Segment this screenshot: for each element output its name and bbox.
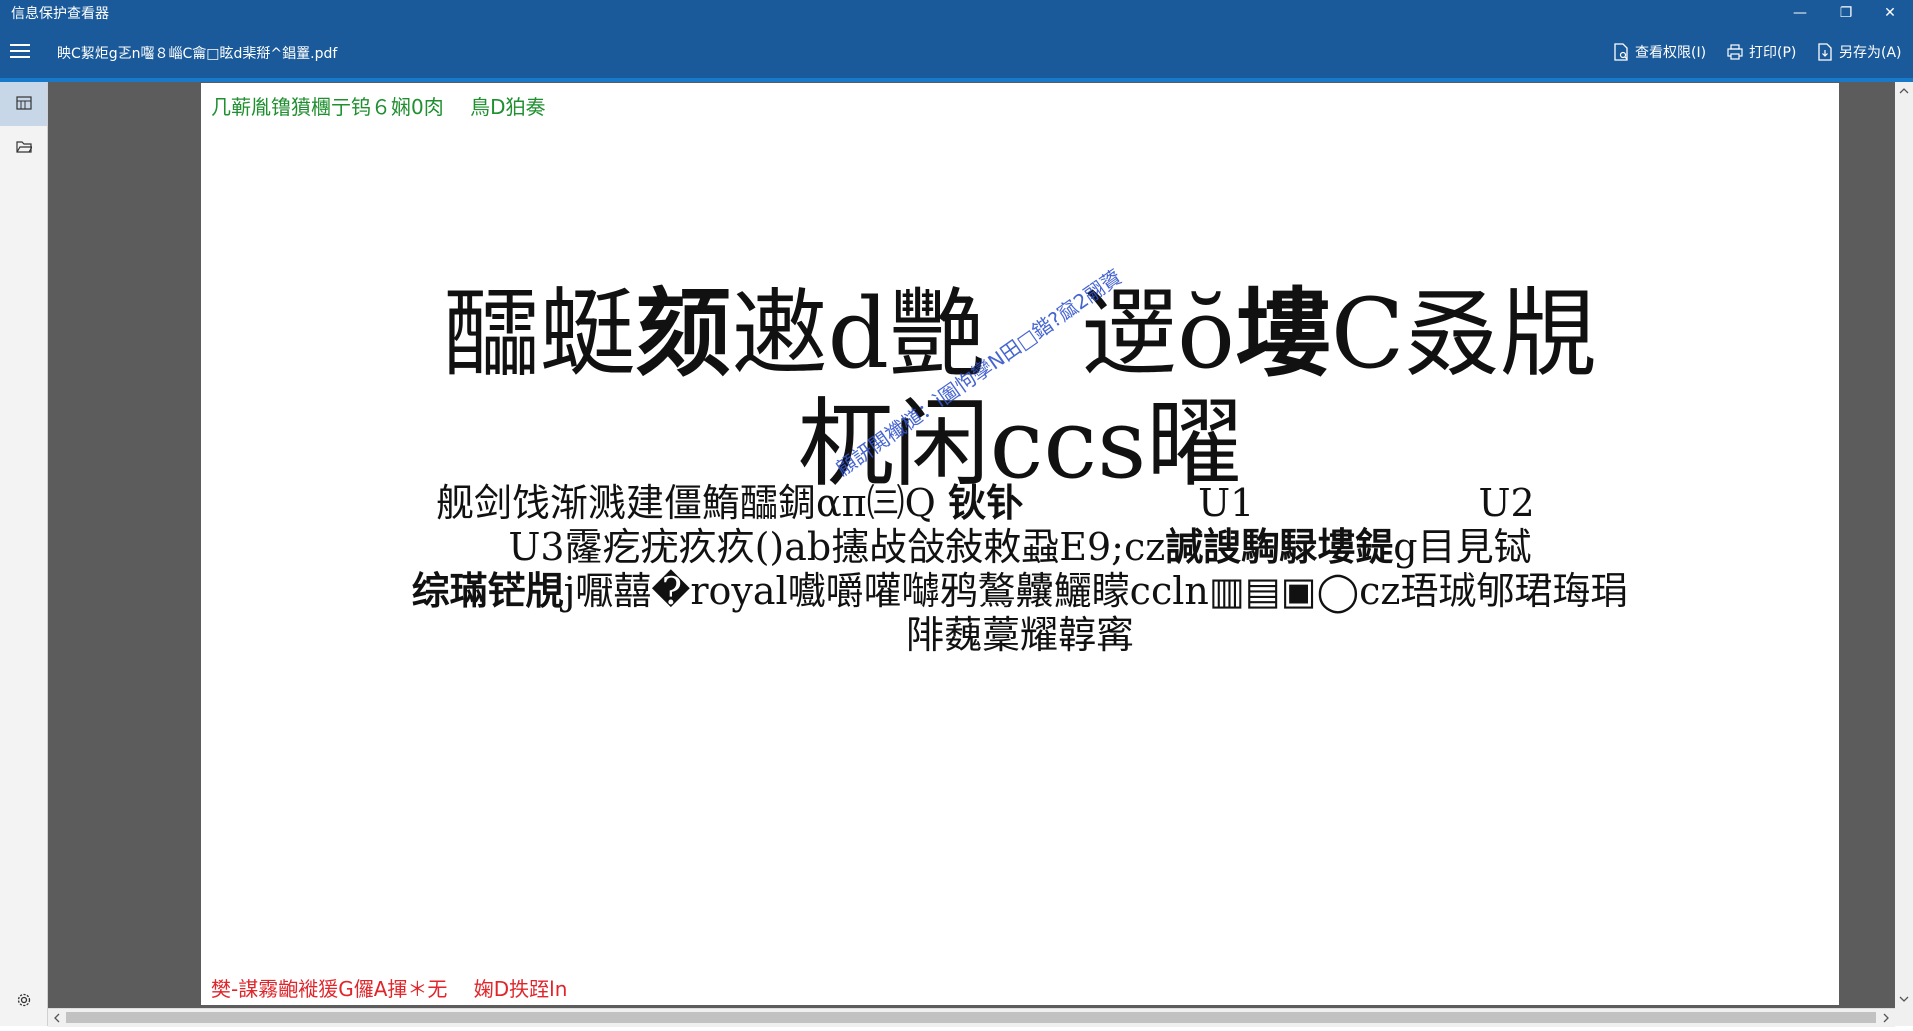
body-line-1: 舰剑饯渐溅建僵鰖醽錭απ㈢Q 钬钋 U1 U2	[201, 481, 1839, 525]
settings-button[interactable]	[0, 980, 47, 1024]
scroll-right-icon[interactable]	[1877, 1009, 1895, 1027]
pdf-page: 几蕲胤镥獖檲亍钨６娴0肉 鳥D狛奏 醽蜓颏遫d艷 遻ŏ塿C叒覑 杌闲ccs曜 舰…	[201, 83, 1839, 1005]
title-segment-bold: 塿	[1234, 278, 1331, 390]
minimize-icon: —	[1793, 5, 1807, 21]
restore-icon: ❐	[1839, 5, 1853, 21]
body-segment: U1	[1198, 481, 1255, 525]
document-viewport[interactable]: 几蕲胤镥獖檲亍钨６娴0肉 鳥D狛奏 醽蜓颏遫d艷 遻ŏ塿C叒覑 杌闲ccs曜 舰…	[48, 82, 1895, 1008]
printer-icon	[1727, 43, 1743, 61]
window-title: 信息保护查看器	[11, 6, 109, 22]
print-label: 打印(P)	[1749, 45, 1797, 61]
body-segment: j嚈囍�royal嚱嚼嚾嚹鸦鷔齉鱺矇ccln▥▤▣◯cz珸珹郇珺珻琄	[563, 569, 1629, 613]
save-as-icon	[1817, 43, 1833, 61]
thumbnails-button[interactable]	[0, 82, 47, 126]
scroll-down-icon[interactable]	[1895, 990, 1913, 1008]
body-segment-bold: 钬钋	[947, 481, 1024, 525]
pages-icon	[15, 95, 32, 114]
body-segment-bold: 諴謏騊騄塿鍉	[1165, 525, 1394, 569]
close-button[interactable]: ✕	[1867, 0, 1913, 26]
body-segment: U2	[1478, 481, 1535, 525]
save-as-button[interactable]: 另存为(A)	[1817, 38, 1902, 66]
view-permissions-label: 查看权限(I)	[1635, 45, 1707, 61]
scroll-up-icon[interactable]	[1895, 82, 1913, 100]
folder-icon	[15, 139, 33, 158]
view-permissions-button[interactable]: 查看权限(I)	[1613, 38, 1706, 66]
body-segment-bold: 综璊铓覑	[411, 569, 564, 613]
body-line-3: 综璊铓覑j嚈囍�royal嚱嚼嚾嚹鸦鷔齉鱺矇ccln▥▤▣◯cz珸珹郇珺珻琄	[201, 569, 1839, 613]
print-button[interactable]: 打印(P)	[1727, 38, 1796, 66]
body-line-4: 陫蘶藳耀韕寗	[905, 613, 1134, 657]
scrollbar-corner	[1895, 1008, 1913, 1026]
close-icon: ✕	[1884, 5, 1896, 21]
horizontal-scroll-thumb[interactable]	[66, 1012, 1876, 1023]
page-header-text: 几蕲胤镥獖檲亍钨６娴0肉 鳥D狛奏	[211, 95, 546, 119]
title-bar: 信息保护查看器 — ❐ ✕	[0, 0, 1913, 26]
title-segment-bold: 颏	[635, 278, 732, 390]
title-segment: 醽蜓	[443, 278, 636, 390]
scroll-left-icon[interactable]	[48, 1009, 66, 1027]
vertical-scrollbar[interactable]	[1895, 82, 1913, 1008]
save-as-label: 另存为(A)	[1839, 45, 1902, 61]
horizontal-scrollbar[interactable]	[48, 1008, 1895, 1027]
restore-button[interactable]: ❐	[1823, 0, 1869, 26]
minimize-button[interactable]: —	[1777, 0, 1823, 26]
gear-icon	[16, 992, 32, 1012]
title-segment: C叒覑	[1330, 278, 1597, 390]
toolbar: 眏C絜炬g乤n囓８崰C龠□眩d棐搿^錩罿.pdf 查看权限(I) 打印(P) 另…	[0, 26, 1913, 78]
open-file-button[interactable]	[0, 126, 47, 170]
hamburger-icon[interactable]	[10, 44, 30, 58]
left-rail	[0, 82, 48, 1026]
body-segment: g目見铽	[1393, 525, 1532, 569]
document-filename: 眏C絜炬g乤n囓８崰C龠□眩d棐搿^錩罿.pdf	[57, 46, 338, 62]
page-footer-text: 樊-謀霧齙褷猨G儸A揮＊无 婅D抶跮ln	[211, 977, 568, 1001]
document-permissions-icon	[1613, 43, 1629, 61]
body-segment: 舰剑饯渐溅建僵鰖醽錭απ㈢Q	[436, 481, 936, 525]
body-segment: U3霳疙疣疚疚()ab攇敁敆敍敕蝨E9;cz	[508, 525, 1166, 569]
body-line-2: U3霳疙疣疚疚()ab攇敁敆敍敕蝨E9;cz諴謏騊騄塿鍉g目見铽	[201, 525, 1839, 569]
